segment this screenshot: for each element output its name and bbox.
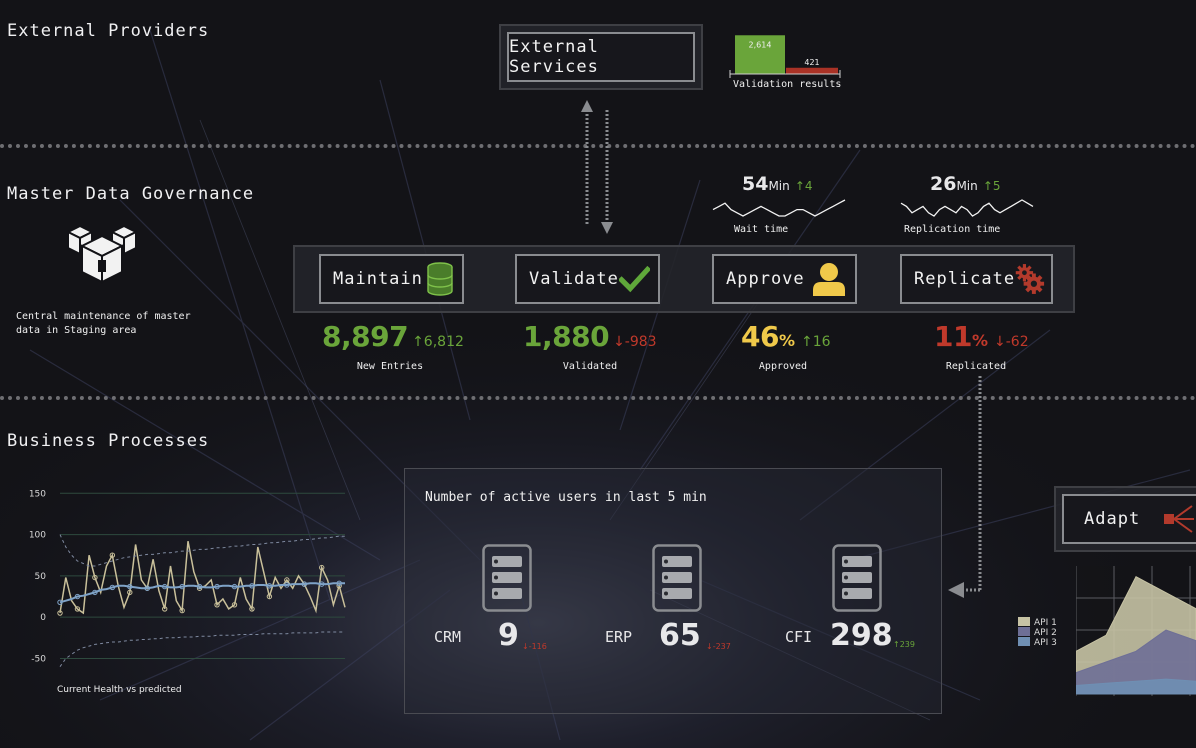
crm-delta: ↓-116 [522,642,547,651]
mdg-description: Central maintenance of master data in St… [16,310,191,338]
kpi-approved: 46% ↑16 [741,320,831,353]
validation-bar-1 [786,67,838,74]
checkmark-icon [618,265,650,293]
user-icon [813,263,845,296]
health-series-3 [59,631,345,667]
kpi-replicated-unit: % [971,331,988,350]
kpi-replicated: 11% ↓-62 [934,320,1029,353]
health-ytick-0: 150 [29,489,46,499]
replicate-label: Replicate [914,269,1016,289]
crm-value: 9 [498,618,519,653]
adapt-label: Adapt [1084,509,1141,529]
validation-bar-label-0: 2,614 [749,40,772,49]
kpi-approved-value: 46 [741,320,779,353]
current-health-caption: Current Health vs predicted [57,685,182,695]
legend-swatch-api1 [1018,617,1030,626]
legend-label-api2: API 2 [1034,628,1057,638]
replication-time-sparkline [900,199,1034,217]
cfi-server-icon [832,544,882,612]
separator-business [0,396,1196,400]
health-ytick-3: 0 [40,613,46,623]
health-ytick-4: -50 [31,654,46,664]
active-users-title: Number of active users in last 5 min [425,490,707,505]
erp-server-icon [652,544,702,612]
external-connector-arrows [581,100,613,234]
health-ytick-2: 50 [35,572,47,582]
wait-time-label: Wait time [734,224,789,235]
kpi-new-entries-value: 8,897 [322,320,409,353]
replication-time-value: 26 [930,173,957,195]
kpi-approved-unit: % [778,331,795,350]
legend-label-api1: API 1 [1034,618,1057,628]
replication-time-label: Replication time [904,224,1001,235]
validate-label: Validate [529,269,619,289]
section-title-master-data-governance: Master Data Governance [7,184,255,204]
kpi-new-entries-caption: New Entries [356,361,424,372]
approve-button[interactable]: Approve [712,254,857,304]
validation-results-caption: Validation results [733,79,842,90]
health-ytick-1: 100 [29,531,46,541]
wait-time-value: 54 [742,173,769,195]
kpi-replicated-caption: Replicated [945,361,1007,372]
wait-time-metric: 54Min ↑4 [742,173,813,195]
arrow-down-icon [601,222,613,234]
mdg-description-line2: data in Staging area [16,325,137,336]
api-area-chart [1076,566,1196,696]
kpi-new-entries: 8,897 ↑6,812 [322,320,464,353]
kpi-validated: 1,880 ↓-983 [523,320,657,353]
wait-time-sparkline [712,199,846,217]
section-title-external-providers: External Providers [7,21,210,41]
replication-time-unit: Min [956,179,978,193]
kpi-replicated-delta: ↓-62 [994,334,1029,350]
validation-results-chart: 2,614 421 [729,35,841,78]
cfi-value: 298 [830,618,893,653]
kpi-replicated-value: 11 [934,320,972,353]
master-data-cubes-icon [66,224,138,284]
cfi-name: CFI [785,628,813,646]
health-series-2 [59,534,345,567]
wait-time-delta: ↑4 [794,179,813,193]
wait-time-unit: Min [768,179,790,193]
section-title-business-processes: Business Processes [7,431,210,451]
arrow-left-icon [948,582,964,598]
erp-name: ERP [605,628,633,646]
crm-name: CRM [434,628,462,646]
cfi-delta: ↑239 [893,640,915,649]
approve-label: Approve [726,269,805,289]
mdg-description-line1: Central maintenance of master [16,311,191,322]
legend-swatch-api3 [1018,637,1030,646]
external-services-label: External Services [509,37,599,77]
erp-delta: ↓-237 [706,642,731,651]
validate-button[interactable]: Validate [515,254,660,304]
api-legend: API 1 API 2 API 3 [1018,617,1057,648]
kpi-validated-delta: ↓-983 [613,334,657,350]
erp-value: 65 [659,618,701,653]
maintain-label: Maintain [333,269,423,289]
kpi-approved-caption: Approved [758,361,808,372]
external-services-button[interactable]: External Services [507,32,695,82]
crm-server-icon [482,544,532,612]
replication-time-delta: ↑5 [982,179,1001,193]
legend-swatch-api2 [1018,627,1030,636]
arrow-up-icon [581,100,593,112]
gears-icon [1015,264,1045,294]
database-icon [427,262,453,296]
validation-bar-label-1: 421 [804,58,819,67]
health-series-0 [59,541,346,615]
kpi-validated-caption: Validated [562,361,618,372]
replicate-connector [948,376,982,598]
kpi-validated-value: 1,880 [523,320,610,353]
adapt-distribute-icon [1164,505,1194,533]
maintain-button[interactable]: Maintain [319,254,464,304]
replicate-button[interactable]: Replicate [900,254,1053,304]
current-health-chart: 150 100 50 0 -50 [29,489,346,667]
kpi-approved-delta: ↑16 [801,334,831,350]
replication-time-metric: 26Min ↑5 [930,173,1001,195]
kpi-new-entries-delta: ↑6,812 [412,334,464,350]
legend-label-api3: API 3 [1034,638,1057,648]
